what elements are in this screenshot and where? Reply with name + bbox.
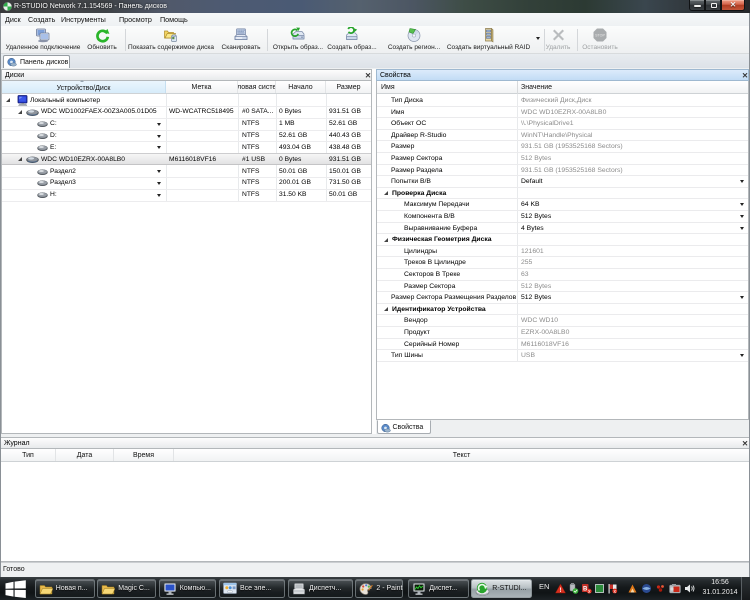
svg-text:!: ! [560,588,562,594]
svg-text:STOP: STOP [595,34,605,38]
